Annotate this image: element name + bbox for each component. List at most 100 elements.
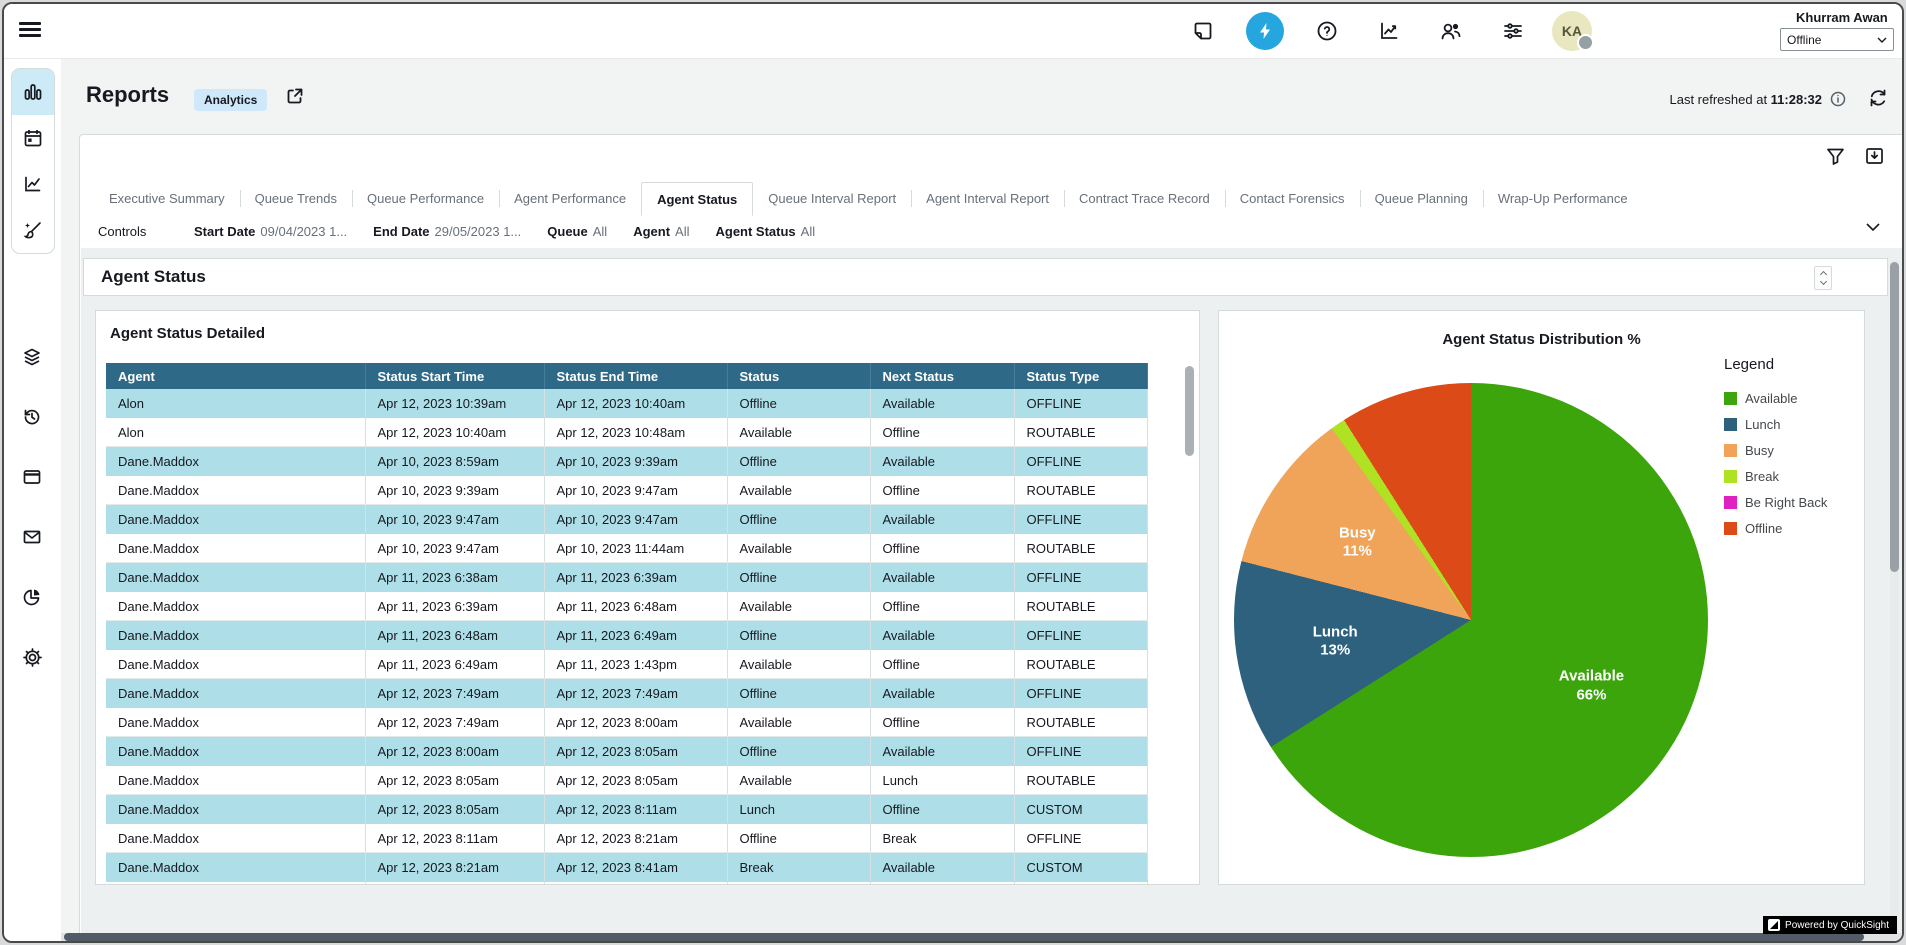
table-cell: Break bbox=[870, 882, 1014, 886]
sidebar-item-dashboards[interactable] bbox=[12, 69, 54, 115]
hamburger-menu-icon[interactable] bbox=[19, 19, 41, 41]
column-header[interactable]: Status End Time bbox=[544, 363, 727, 389]
table-cell: Apr 10, 2023 9:47am bbox=[544, 476, 727, 505]
column-header[interactable]: Status bbox=[727, 363, 870, 389]
filter-end-date[interactable]: End Date29/05/2023 1... bbox=[373, 224, 521, 239]
column-header[interactable]: Next Status bbox=[870, 363, 1014, 389]
pie-chart-title: Agent Status Distribution % bbox=[1219, 331, 1864, 348]
table-cell: Offline bbox=[727, 563, 870, 592]
legend-label: Available bbox=[1745, 391, 1798, 406]
export-icon[interactable] bbox=[1865, 147, 1884, 165]
table-row: Dane.MaddoxApr 11, 2023 6:38amApr 11, 20… bbox=[106, 563, 1147, 592]
table-cell: Dane.Maddox bbox=[106, 534, 365, 563]
analytics-badge[interactable]: Analytics bbox=[194, 89, 267, 111]
notes-icon[interactable] bbox=[1184, 12, 1222, 50]
insights-bolt-icon[interactable] bbox=[1246, 12, 1284, 50]
tab-wrap-up-performance[interactable]: Wrap-Up Performance bbox=[1483, 182, 1643, 215]
gear-icon bbox=[22, 647, 43, 668]
table-scrollbar-thumb[interactable] bbox=[1185, 366, 1194, 456]
tab-queue-performance[interactable]: Queue Performance bbox=[352, 182, 499, 215]
column-header[interactable]: Status Type bbox=[1014, 363, 1147, 389]
table-cell: ROUTABLE bbox=[1014, 476, 1147, 505]
sidebar-item-schedule[interactable] bbox=[12, 115, 54, 161]
table-cell: Available bbox=[870, 679, 1014, 708]
controls-expand-chevron-icon[interactable] bbox=[1866, 223, 1880, 232]
table-cell: Dane.Maddox bbox=[106, 505, 365, 534]
tab-queue-planning[interactable]: Queue Planning bbox=[1360, 182, 1483, 215]
horizontal-scrollbar-track[interactable] bbox=[61, 933, 1902, 941]
legend-item-available[interactable]: Available bbox=[1724, 391, 1827, 406]
sidebar-item-browser[interactable] bbox=[11, 456, 53, 498]
filter-agent-status[interactable]: Agent StatusAll bbox=[715, 224, 815, 239]
help-icon[interactable] bbox=[1308, 12, 1346, 50]
sidebar-item-design[interactable] bbox=[12, 207, 54, 253]
sidebar-item-history[interactable] bbox=[11, 396, 53, 438]
metrics-chart-icon[interactable] bbox=[1370, 12, 1408, 50]
table-cell: Apr 10, 2023 11:44am bbox=[544, 534, 727, 563]
table-row: Dane.MaddoxApr 12, 2023 8:05amApr 12, 20… bbox=[106, 795, 1147, 824]
sheet-spinner[interactable] bbox=[1814, 266, 1832, 290]
table-cell: Available bbox=[727, 476, 870, 505]
filter-icon[interactable] bbox=[1826, 147, 1845, 165]
table-cell: Offline bbox=[727, 389, 870, 418]
column-header[interactable]: Status Start Time bbox=[365, 363, 544, 389]
avatar[interactable]: KA bbox=[1552, 11, 1592, 51]
tab-executive-summary[interactable]: Executive Summary bbox=[94, 182, 240, 215]
table-cell: ROUTABLE bbox=[1014, 418, 1147, 447]
table-row: Dane.MaddoxApr 10, 2023 9:39amApr 10, 20… bbox=[106, 476, 1147, 505]
filter-queue[interactable]: QueueAll bbox=[547, 224, 607, 239]
table-cell: Available bbox=[727, 650, 870, 679]
table-cell: Available bbox=[727, 708, 870, 737]
legend-item-busy[interactable]: Busy bbox=[1724, 443, 1827, 458]
table-cell: OFFLINE bbox=[1014, 679, 1147, 708]
table-row: Dane.MaddoxApr 11, 2023 6:48amApr 11, 20… bbox=[106, 621, 1147, 650]
sidebar-item-settings[interactable] bbox=[11, 636, 53, 678]
table-cell: Offline bbox=[870, 534, 1014, 563]
tab-agent-performance[interactable]: Agent Performance bbox=[499, 182, 641, 215]
legend-item-be-right-back[interactable]: Be Right Back bbox=[1724, 495, 1827, 510]
pie-chart[interactable] bbox=[1234, 383, 1708, 857]
user-name: Khurram Awan bbox=[1600, 10, 1890, 25]
table-cell: OFFLINE bbox=[1014, 447, 1147, 476]
legend-item-break[interactable]: Break bbox=[1724, 469, 1827, 484]
canvas-scrollbar-thumb[interactable] bbox=[1890, 262, 1899, 572]
table-cell: Apr 12, 2023 8:11am bbox=[365, 824, 544, 853]
table-cell: ROUTABLE bbox=[1014, 592, 1147, 621]
legend-item-offline[interactable]: Offline bbox=[1724, 521, 1827, 536]
legend-label: Break bbox=[1745, 469, 1779, 484]
filter-start-date[interactable]: Start Date09/04/2023 1... bbox=[194, 224, 347, 239]
legend-item-lunch[interactable]: Lunch bbox=[1724, 417, 1827, 432]
user-status-select[interactable]: Offline bbox=[1780, 28, 1894, 51]
agent-status-table: AgentStatus Start TimeStatus End TimeSta… bbox=[106, 363, 1148, 885]
sidebar-item-layers[interactable] bbox=[11, 336, 53, 378]
external-link-icon[interactable] bbox=[286, 87, 304, 105]
table-row: Dane.MaddoxApr 12, 2023 8:05amApr 12, 20… bbox=[106, 766, 1147, 795]
agent-status-distribution-card: Agent Status Distribution % Legend Avail… bbox=[1218, 310, 1865, 885]
sidebar-item-trends[interactable] bbox=[12, 161, 54, 207]
history-icon bbox=[22, 407, 42, 427]
tab-contact-forensics[interactable]: Contact Forensics bbox=[1225, 182, 1360, 215]
legend-title: Legend bbox=[1724, 356, 1827, 373]
tab-queue-trends[interactable]: Queue Trends bbox=[240, 182, 352, 215]
sidebar-item-mail[interactable] bbox=[11, 516, 53, 558]
table-cell: Apr 12, 2023 8:05am bbox=[544, 766, 727, 795]
settings-sliders-icon[interactable] bbox=[1494, 12, 1532, 50]
last-refreshed-time: 11:28:32 bbox=[1771, 92, 1822, 107]
table-cell: Apr 10, 2023 8:59am bbox=[365, 447, 544, 476]
powered-by-text: Powered by QuickSight bbox=[1785, 920, 1889, 931]
horizontal-scrollbar-thumb[interactable] bbox=[64, 933, 1864, 941]
column-header[interactable]: Agent bbox=[106, 363, 365, 389]
tab-agent-status[interactable]: Agent Status bbox=[641, 182, 753, 216]
info-icon[interactable] bbox=[1830, 91, 1846, 107]
table-cell: Available bbox=[727, 534, 870, 563]
table-cell: Apr 10, 2023 9:39am bbox=[365, 476, 544, 505]
tab-queue-interval-report[interactable]: Queue Interval Report bbox=[753, 182, 911, 215]
agents-people-icon[interactable] bbox=[1432, 12, 1470, 50]
tab-contract-trace-record[interactable]: Contract Trace Record bbox=[1064, 182, 1225, 215]
tab-agent-interval-report[interactable]: Agent Interval Report bbox=[911, 182, 1064, 215]
filter-agent[interactable]: AgentAll bbox=[633, 224, 689, 239]
table-cell: Apr 12, 2023 8:44am bbox=[544, 882, 727, 886]
refresh-icon[interactable] bbox=[1868, 88, 1888, 108]
sidebar-item-reports-pie[interactable] bbox=[11, 576, 53, 618]
table-cell: Apr 12, 2023 8:41am bbox=[544, 853, 727, 882]
